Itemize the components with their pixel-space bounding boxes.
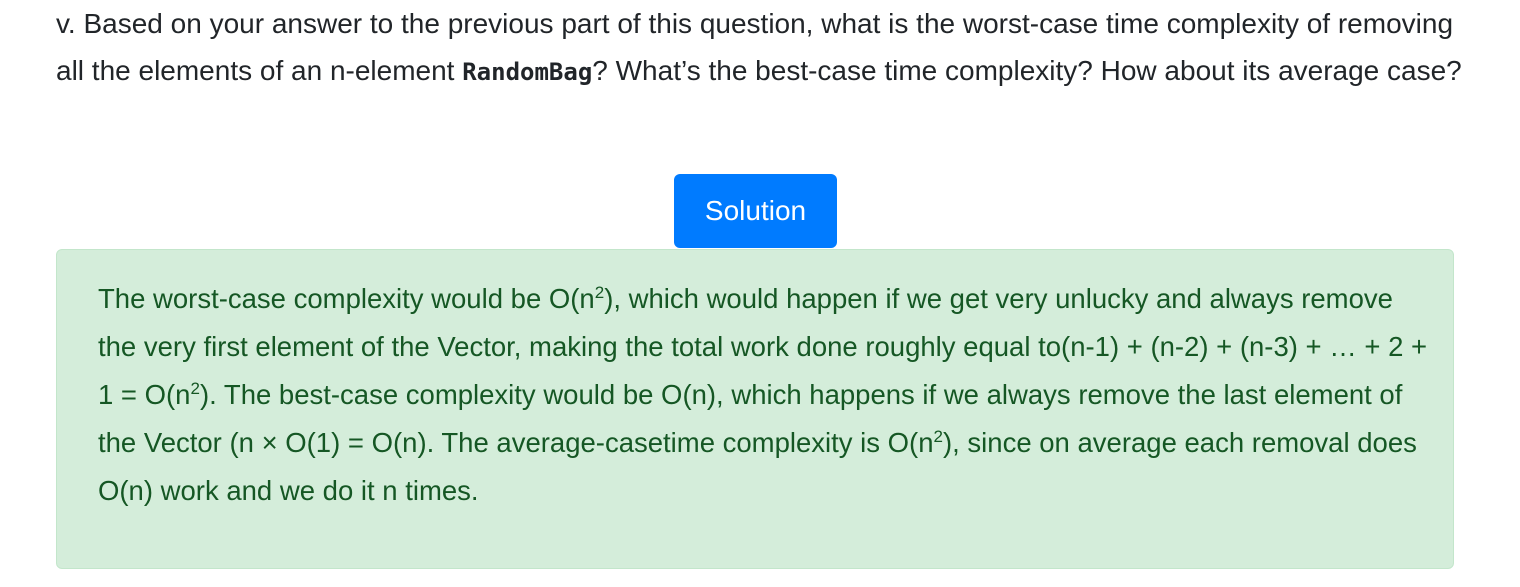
question-text-suffix: ? What’s the best-case time complexity? … <box>592 55 1462 86</box>
code-randombag: RandomBag <box>462 58 593 86</box>
solution-panel: The worst-case complexity would be O(n2)… <box>56 249 1454 569</box>
solution-part-1: The worst-case complexity would be O(n <box>98 283 595 314</box>
solution-text: The worst-case complexity would be O(n2)… <box>98 275 1428 515</box>
solution-button[interactable]: Solution <box>674 174 837 248</box>
exponent-1: 2 <box>594 282 605 302</box>
question-text: v. Based on your answer to the previous … <box>56 0 1476 96</box>
exponent-2: 2 <box>190 378 200 398</box>
exponent-3: 2 <box>933 426 943 446</box>
